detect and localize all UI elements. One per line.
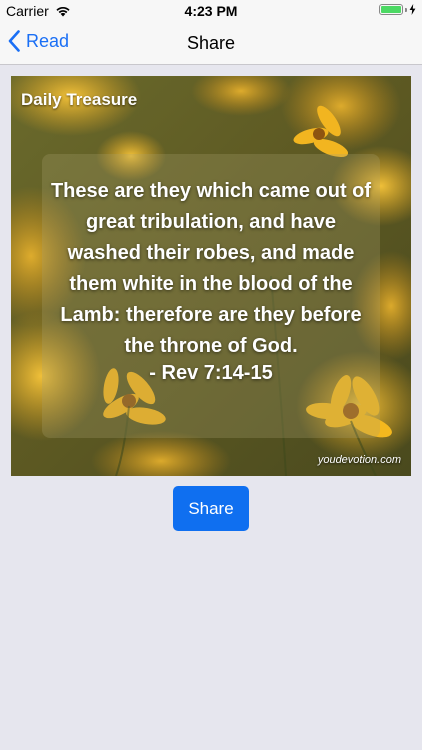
- charging-bolt-icon: [409, 4, 416, 15]
- status-bar: Carrier 4:23 PM: [0, 0, 422, 22]
- verse-text: These are they which came out of great t…: [50, 180, 372, 357]
- status-time: 4:23 PM: [184, 3, 238, 19]
- battery-indicator: [379, 4, 416, 15]
- card-brand-title: Daily Treasure: [21, 90, 138, 109]
- battery-fill: [381, 6, 401, 13]
- verse-card-image: Daily Treasure These are they which came…: [11, 76, 411, 476]
- battery-cap: [405, 7, 407, 12]
- battery-icon: [379, 4, 403, 15]
- share-button[interactable]: Share: [173, 486, 249, 531]
- verse-reference: - Rev 7:14-15: [149, 362, 273, 384]
- navigation-bar: Read Share: [0, 22, 422, 65]
- page-title: Share: [186, 33, 236, 53]
- watermark-text: youdevotion.com: [317, 454, 401, 466]
